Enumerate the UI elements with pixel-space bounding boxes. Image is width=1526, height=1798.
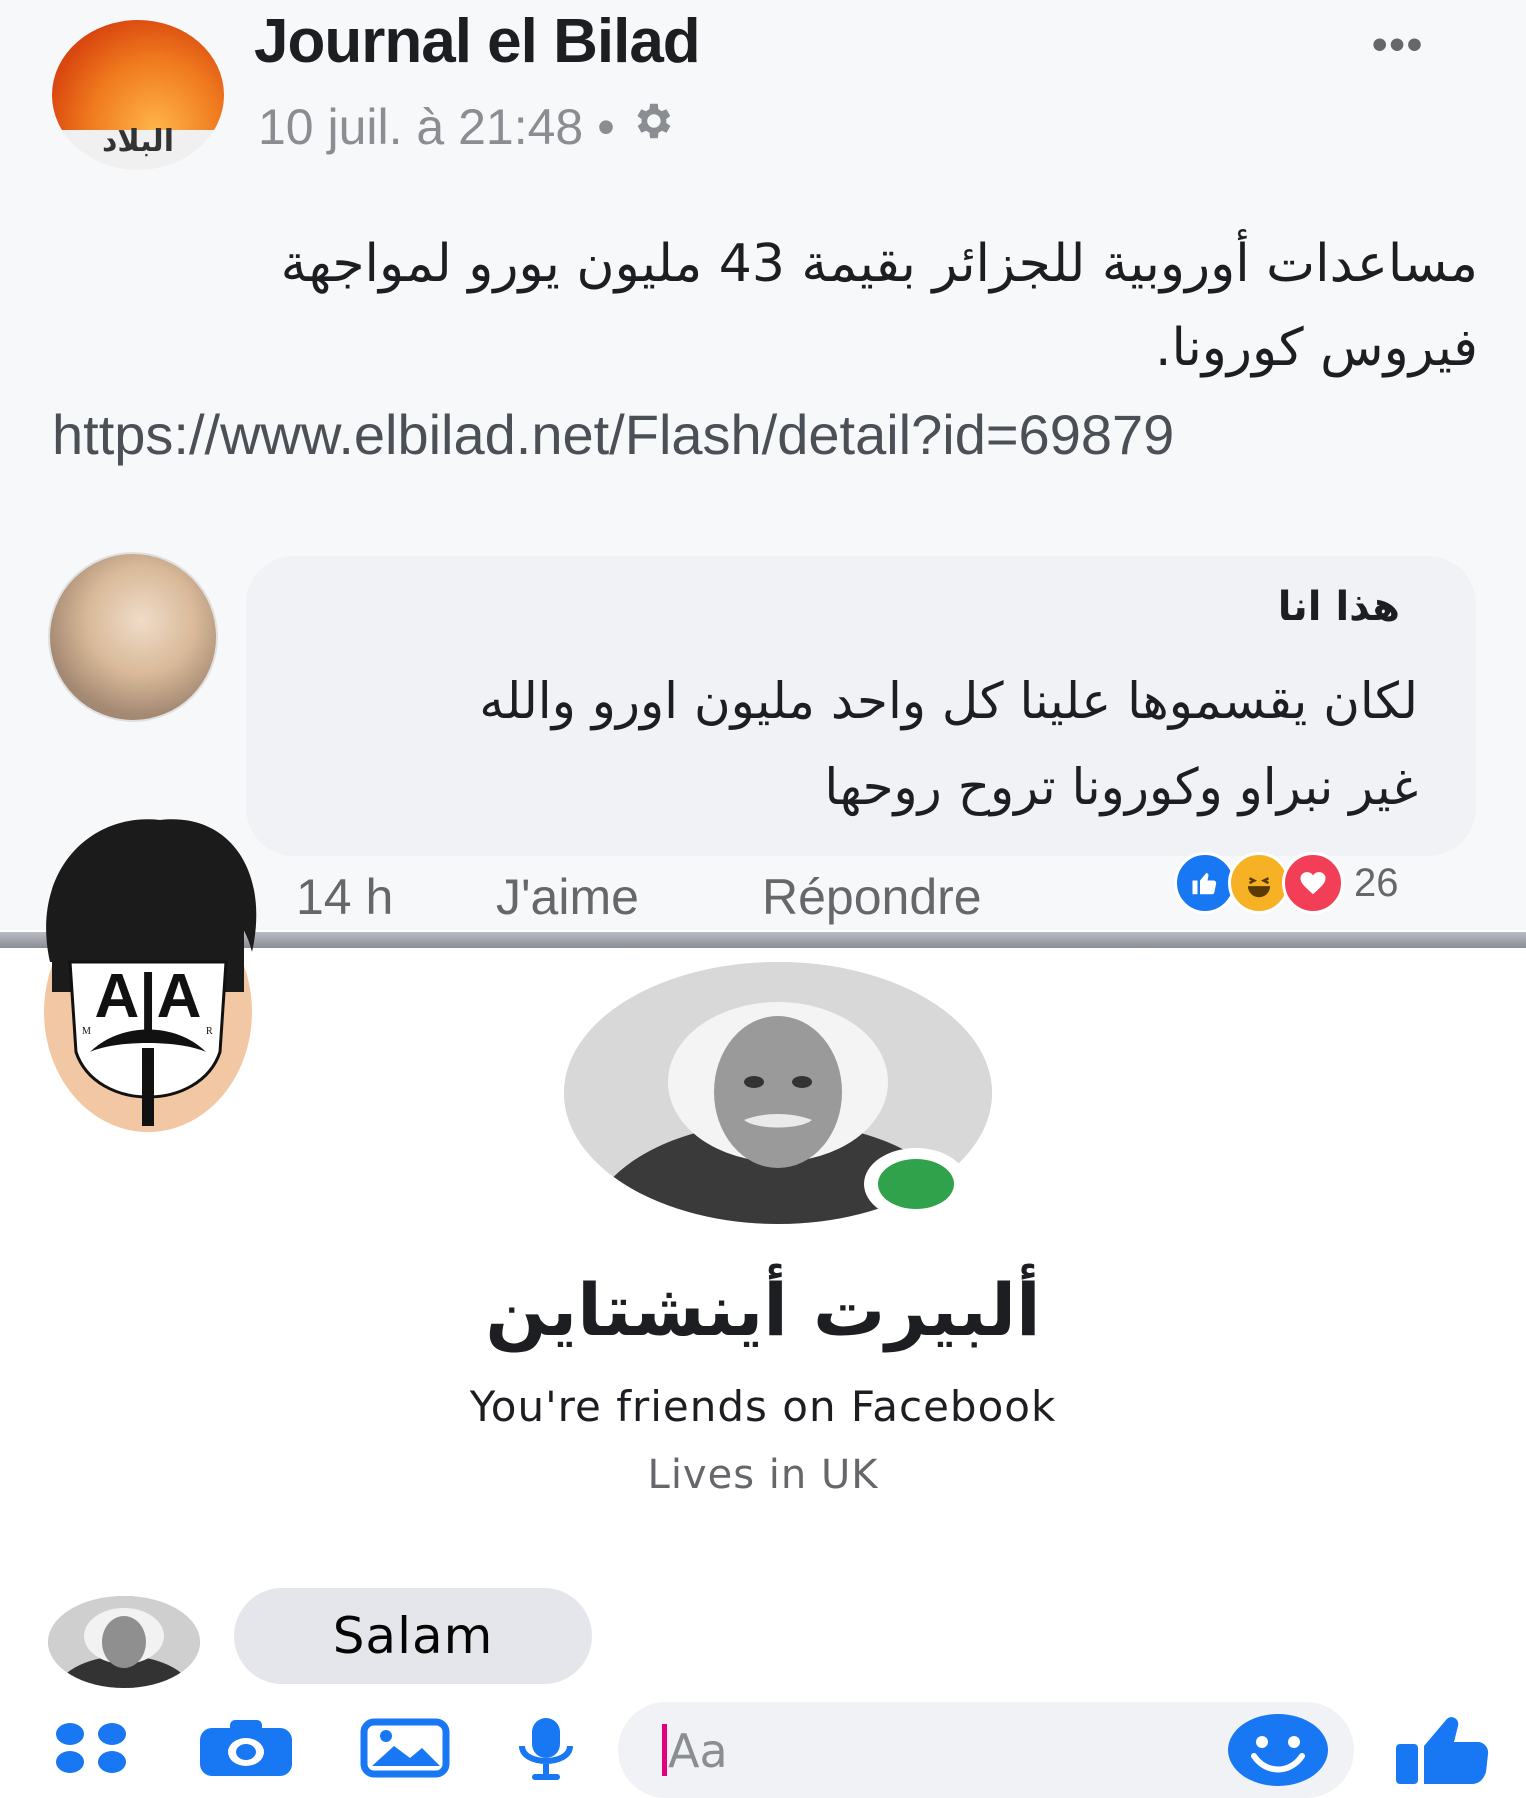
profile-name: ألبيرت أينشتاين (485, 1268, 1041, 1352)
lives-in: Lives in UK (647, 1452, 879, 1498)
watermark-letters: A|A (95, 962, 202, 1032)
like-icon (1174, 852, 1236, 914)
reactions-summary[interactable]: 26 (1174, 852, 1399, 914)
message-bubble[interactable]: Salam (234, 1588, 592, 1684)
post-meta: 10 juil. à 21:48 • (258, 98, 675, 156)
message-input[interactable]: Aa (618, 1702, 1354, 1798)
comment-text-line: لكان يقسموها علينا كل واحد مليون اورو وا… (479, 672, 1418, 730)
facebook-post: البلاد Journal el Bilad 10 juil. à 21:48… (0, 0, 1526, 930)
page-name[interactable]: Journal el Bilad (254, 6, 701, 77)
gear-icon[interactable] (629, 98, 675, 156)
text-cursor (662, 1724, 667, 1776)
love-icon (1282, 852, 1344, 914)
message-input-placeholder: Aa (668, 1724, 728, 1778)
comment-text: لكان يقسموها علينا كل واحد مليون اورو وا… (298, 658, 1418, 830)
reply-button[interactable]: Répondre (762, 868, 982, 926)
post-text: مساعدات أوروبية للجزائر بقيمة 43 مليون ي… (100, 222, 1478, 390)
watermark-letter-m: M (82, 1026, 91, 1037)
post-link[interactable]: https://www.elbilad.net/Flash/detail?id=… (52, 402, 1174, 467)
watermark-letter-r: R (206, 1026, 213, 1037)
sunset-logo-graphic (52, 20, 224, 130)
comment-bubble: هذا انا لكان يقسموها علينا كل واحد مليون… (246, 556, 1476, 856)
post-text-line: فيروس كورونا. (1154, 318, 1478, 378)
page-avatar[interactable]: البلاد (52, 20, 224, 170)
post-timestamp[interactable]: 10 juil. à 21:48 (258, 98, 583, 156)
reaction-count: 26 (1354, 860, 1399, 905)
microphone-icon[interactable] (514, 1718, 578, 1780)
thumbs-up-icon[interactable] (1394, 1714, 1490, 1784)
page-logo-text: البلاد (102, 124, 174, 159)
sender-avatar[interactable] (48, 1596, 200, 1688)
image-icon[interactable] (360, 1718, 450, 1778)
watermark-logo: A|A M N R (30, 812, 266, 1142)
comment-author[interactable]: هذا انا (1278, 584, 1400, 630)
meta-separator: • (597, 99, 615, 155)
menu-dots-icon[interactable] (52, 1718, 132, 1778)
camera-icon[interactable] (196, 1718, 296, 1778)
like-button[interactable]: J'aime (496, 868, 639, 926)
friend-status: You're friends on Facebook (469, 1382, 1057, 1431)
emoji-icon[interactable] (1226, 1712, 1330, 1793)
online-status-indicator (864, 1148, 968, 1220)
watermark-letter-n: N (144, 1056, 151, 1067)
comment-time: 14 h (296, 869, 394, 925)
haha-icon (1228, 852, 1290, 914)
more-dots-icon[interactable]: ••• (1372, 20, 1424, 70)
post-text-line: مساعدات أوروبية للجزائر بقيمة 43 مليون ي… (280, 234, 1478, 294)
commenter-avatar[interactable] (48, 552, 218, 722)
comment-text-line: غير نبراو وكورونا تروح روحها (824, 758, 1418, 816)
